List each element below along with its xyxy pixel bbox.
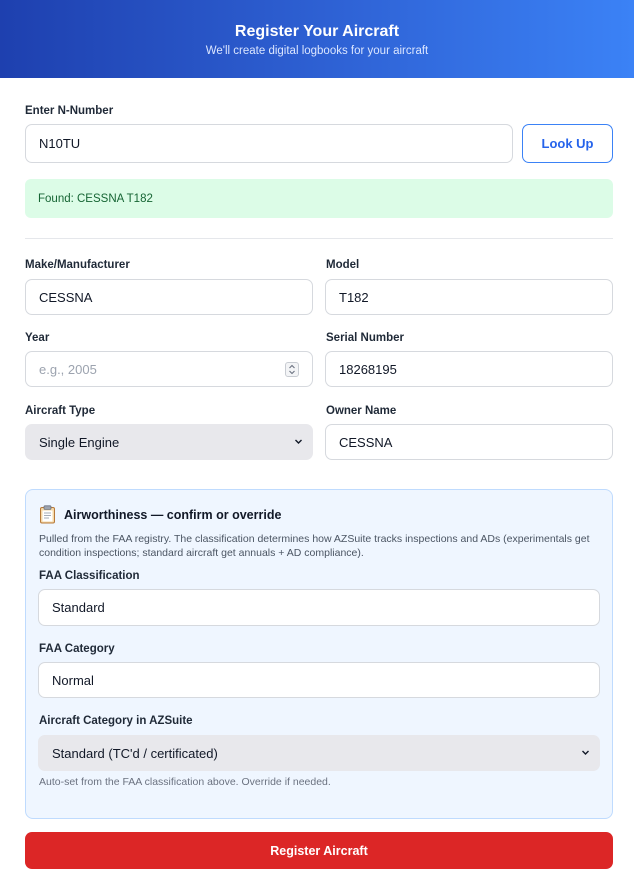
clipboard-icon [40, 505, 55, 524]
aircraft-type-value: Single Engine [39, 434, 120, 450]
n-number-label: Enter N-Number [25, 105, 114, 117]
owner-value: CESSNA [339, 434, 393, 450]
serial-input[interactable]: 18268195 [325, 351, 613, 387]
stepper-arrows-icon [289, 364, 295, 375]
serial-label: Serial Number [326, 332, 404, 344]
page-header: Register Your Aircraft We'll create digi… [0, 0, 634, 78]
faa-category-input[interactable]: Normal [38, 662, 600, 698]
chevron-down-icon [295, 439, 302, 444]
n-number-value: N10TU [39, 136, 81, 151]
aircraft-type-label: Aircraft Type [25, 405, 96, 417]
azsuite-category-hint: Auto-set from the FAA classification abo… [39, 776, 331, 788]
faa-classification-label: FAA Classification [39, 570, 140, 582]
serial-value: 18268195 [339, 361, 397, 377]
divider [25, 238, 613, 239]
airworthiness-header: Airworthiness — confirm or override [39, 505, 281, 524]
model-label: Model [326, 259, 360, 271]
look-up-button[interactable]: Look Up [522, 124, 613, 163]
airworthiness-title: Airworthiness — confirm or override [64, 507, 282, 522]
make-input[interactable]: CESSNA [25, 279, 313, 315]
model-value: T182 [339, 289, 369, 305]
aircraft-type-select[interactable]: Single Engine [25, 424, 313, 460]
owner-input[interactable]: CESSNA [325, 424, 613, 460]
year-input[interactable]: e.g., 2005 [25, 351, 313, 387]
register-aircraft-button[interactable]: Register Aircraft [25, 832, 613, 869]
year-placeholder: e.g., 2005 [39, 361, 97, 377]
model-input[interactable]: T182 [325, 279, 613, 315]
chevron-down-icon [582, 750, 589, 755]
found-message: Found: CESSNA T182 [25, 179, 613, 218]
year-label: Year [25, 332, 50, 344]
n-number-input[interactable]: N10TU [25, 124, 513, 163]
azsuite-category-select[interactable]: Standard (TC'd / certificated) [38, 735, 600, 771]
faa-classification-input[interactable]: Standard [38, 589, 600, 626]
airworthiness-description: Pulled from the FAA registry. The classi… [39, 533, 590, 559]
page-subtitle: We'll create digital logbooks for your a… [205, 45, 429, 57]
faa-category-value: Normal [52, 672, 94, 688]
number-stepper[interactable] [285, 362, 299, 377]
azsuite-category-label: Aircraft Category in AZSuite [39, 715, 193, 727]
faa-category-label: FAA Category [39, 643, 115, 655]
owner-label: Owner Name [326, 405, 397, 417]
page-title: Register Your Aircraft [234, 23, 400, 40]
faa-classification-value: Standard [52, 600, 105, 615]
make-label: Make/Manufacturer [25, 259, 130, 271]
make-value: CESSNA [39, 289, 93, 305]
azsuite-category-value: Standard (TC'd / certificated) [52, 745, 218, 761]
